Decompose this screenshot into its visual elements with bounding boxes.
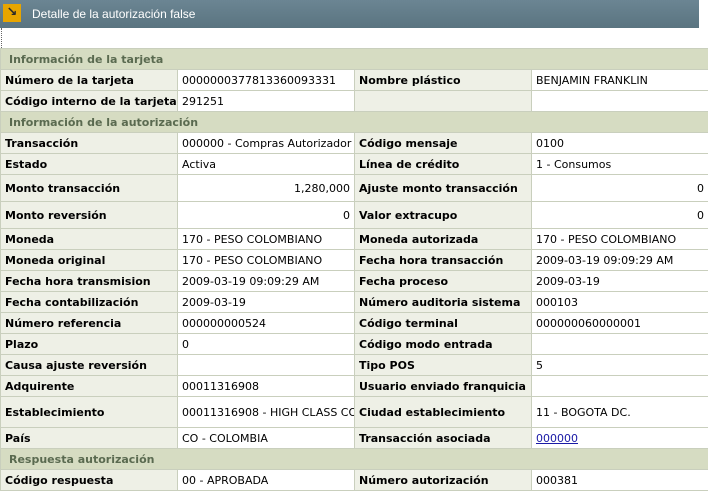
merchant-value: 00011316908 - HIGH CLASS CORPORATION SA. xyxy=(177,396,355,428)
amount-label: Monto transacción xyxy=(0,174,178,202)
reversal-label: Monto reversión xyxy=(0,201,178,229)
transaction-label: Transacción xyxy=(0,132,178,154)
currency-label: Moneda xyxy=(0,228,178,250)
pos-type-value: 5 xyxy=(530,354,708,376)
status-label: Estado xyxy=(0,153,178,175)
process-date-label: Fecha proceso xyxy=(354,270,532,292)
extra-quota-label: Valor extracupo xyxy=(354,201,532,229)
reference-number-value: 000000000524 xyxy=(177,312,355,334)
country-label: País xyxy=(0,427,178,449)
internal-code-value: 291251 xyxy=(177,90,355,112)
window-title: Detalle de la autorización false xyxy=(32,7,196,21)
table-row: Plazo 0 Código modo entrada xyxy=(0,333,708,355)
section-auth: Información de la autorización xyxy=(0,111,708,133)
amount-adjust-value: 0 xyxy=(530,174,708,202)
section-card-title: Información de la tarjeta xyxy=(0,48,708,70)
internal-code-label: Código interno de la tarjeta xyxy=(0,90,178,112)
transaction-value: 000000 - Compras Autorizador xyxy=(177,132,355,154)
process-date-value: 2009-03-19 xyxy=(530,270,708,292)
authorized-currency-label: Moneda autorizada xyxy=(354,228,532,250)
accounting-date-value: 2009-03-19 xyxy=(177,291,355,313)
authorized-currency-value: 170 - PESO COLOMBIANO xyxy=(530,228,708,250)
merchant-label: Establecimiento xyxy=(0,396,178,428)
transmission-datetime-label: Fecha hora transmision xyxy=(0,270,178,292)
reference-number-label: Número referencia xyxy=(0,312,178,334)
original-currency-value: 170 - PESO COLOMBIANO xyxy=(177,249,355,271)
card-number-label: Número de la tarjeta xyxy=(0,69,178,91)
acquirer-label: Adquirente xyxy=(0,375,178,397)
franchise-user-label: Usuario enviado franquicia xyxy=(354,375,532,397)
transaction-datetime-label: Fecha hora transacción xyxy=(354,249,532,271)
table-row: Número de la tarjeta 0000000377813360093… xyxy=(0,69,708,91)
table-row: Código respuesta 00 - APROBADA Número au… xyxy=(0,469,708,491)
table-row: Estado Activa Línea de crédito 1 - Consu… xyxy=(0,153,708,175)
response-code-value: 00 - APROBADA xyxy=(177,469,355,491)
entry-mode-value xyxy=(530,333,708,355)
table-row: Moneda original 170 - PESO COLOMBIANO Fe… xyxy=(0,249,708,271)
pos-type-label: Tipo POS xyxy=(354,354,532,376)
dotted-divider xyxy=(1,28,3,48)
authorization-number-value: 000381 xyxy=(530,469,708,491)
amount-value: 1,280,000 xyxy=(177,174,355,202)
merchant-city-value: 11 - BOGOTA DC. xyxy=(530,396,708,428)
table-row: Moneda 170 - PESO COLOMBIANO Moneda auto… xyxy=(0,228,708,250)
section-response: Respuesta autorización xyxy=(0,448,708,470)
table-row: Fecha contabilización 2009-03-19 Número … xyxy=(0,291,708,313)
plastic-name-label: Nombre plástico xyxy=(354,69,532,91)
message-code-label: Código mensaje xyxy=(354,132,532,154)
section-auth-title: Información de la autorización xyxy=(0,111,708,133)
table-row: Adquirente 00011316908 Usuario enviado f… xyxy=(0,375,708,397)
terminal-code-value: 000000060000001 xyxy=(530,312,708,334)
empty-cell xyxy=(530,90,708,112)
franchise-user-value xyxy=(530,375,708,397)
reversal-cause-value xyxy=(177,354,355,376)
message-code-value: 0100 xyxy=(530,132,708,154)
audit-number-label: Número auditoria sistema xyxy=(354,291,532,313)
resize-arrow-icon: ↘ xyxy=(3,4,21,22)
plastic-name-value: BENJAMIN FRANKLIN xyxy=(530,69,708,91)
authorization-number-label: Número autorización xyxy=(354,469,532,491)
table-row: Monto reversión 0 Valor extracupo 0 xyxy=(0,201,708,229)
section-card: Información de la tarjeta xyxy=(0,48,708,70)
table-row: Establecimiento 00011316908 - HIGH CLASS… xyxy=(0,396,708,428)
section-response-title: Respuesta autorización xyxy=(0,448,708,470)
associated-transaction-cell: 000000 xyxy=(530,427,708,449)
original-currency-label: Moneda original xyxy=(0,249,178,271)
table-row: Transacción 000000 - Compras Autorizador… xyxy=(0,132,708,154)
reversal-value: 0 xyxy=(177,201,355,229)
response-code-label: Código respuesta xyxy=(0,469,178,491)
term-value: 0 xyxy=(177,333,355,355)
table-row: Número referencia 000000000524 Código te… xyxy=(0,312,708,334)
acquirer-value: 00011316908 xyxy=(177,375,355,397)
table-row: País CO - COLOMBIA Transacción asociada … xyxy=(0,427,708,449)
audit-number-value: 000103 xyxy=(530,291,708,313)
reversal-cause-label: Causa ajuste reversión xyxy=(0,354,178,376)
table-row: Monto transacción 1,280,000 Ajuste monto… xyxy=(0,174,708,202)
associated-transaction-label: Transacción asociada xyxy=(354,427,532,449)
extra-quota-value: 0 xyxy=(530,201,708,229)
table-row: Código interno de la tarjeta 291251 xyxy=(0,90,708,112)
status-value: Activa xyxy=(177,153,355,175)
currency-value: 170 - PESO COLOMBIANO xyxy=(177,228,355,250)
entry-mode-label: Código modo entrada xyxy=(354,333,532,355)
card-number-value: 0000000377813360093331 xyxy=(177,69,355,91)
country-value: CO - COLOMBIA xyxy=(177,427,355,449)
empty-cell xyxy=(354,90,532,112)
transmission-datetime-value: 2009-03-19 09:09:29 AM xyxy=(177,270,355,292)
terminal-code-label: Código terminal xyxy=(354,312,532,334)
transaction-datetime-value: 2009-03-19 09:09:29 AM xyxy=(530,249,708,271)
accounting-date-label: Fecha contabilización xyxy=(0,291,178,313)
merchant-city-label: Ciudad establecimiento xyxy=(354,396,532,428)
detail-table: Información de la tarjeta Número de la t… xyxy=(0,48,708,491)
window-titlebar: ↘ Detalle de la autorización false xyxy=(0,0,699,28)
associated-transaction-link[interactable]: 000000 xyxy=(536,432,578,445)
term-label: Plazo xyxy=(0,333,178,355)
table-row: Fecha hora transmision 2009-03-19 09:09:… xyxy=(0,270,708,292)
amount-adjust-label: Ajuste monto transacción xyxy=(354,174,532,202)
table-row: Causa ajuste reversión Tipo POS 5 xyxy=(0,354,708,376)
credit-line-value: 1 - Consumos xyxy=(530,153,708,175)
credit-line-label: Línea de crédito xyxy=(354,153,532,175)
